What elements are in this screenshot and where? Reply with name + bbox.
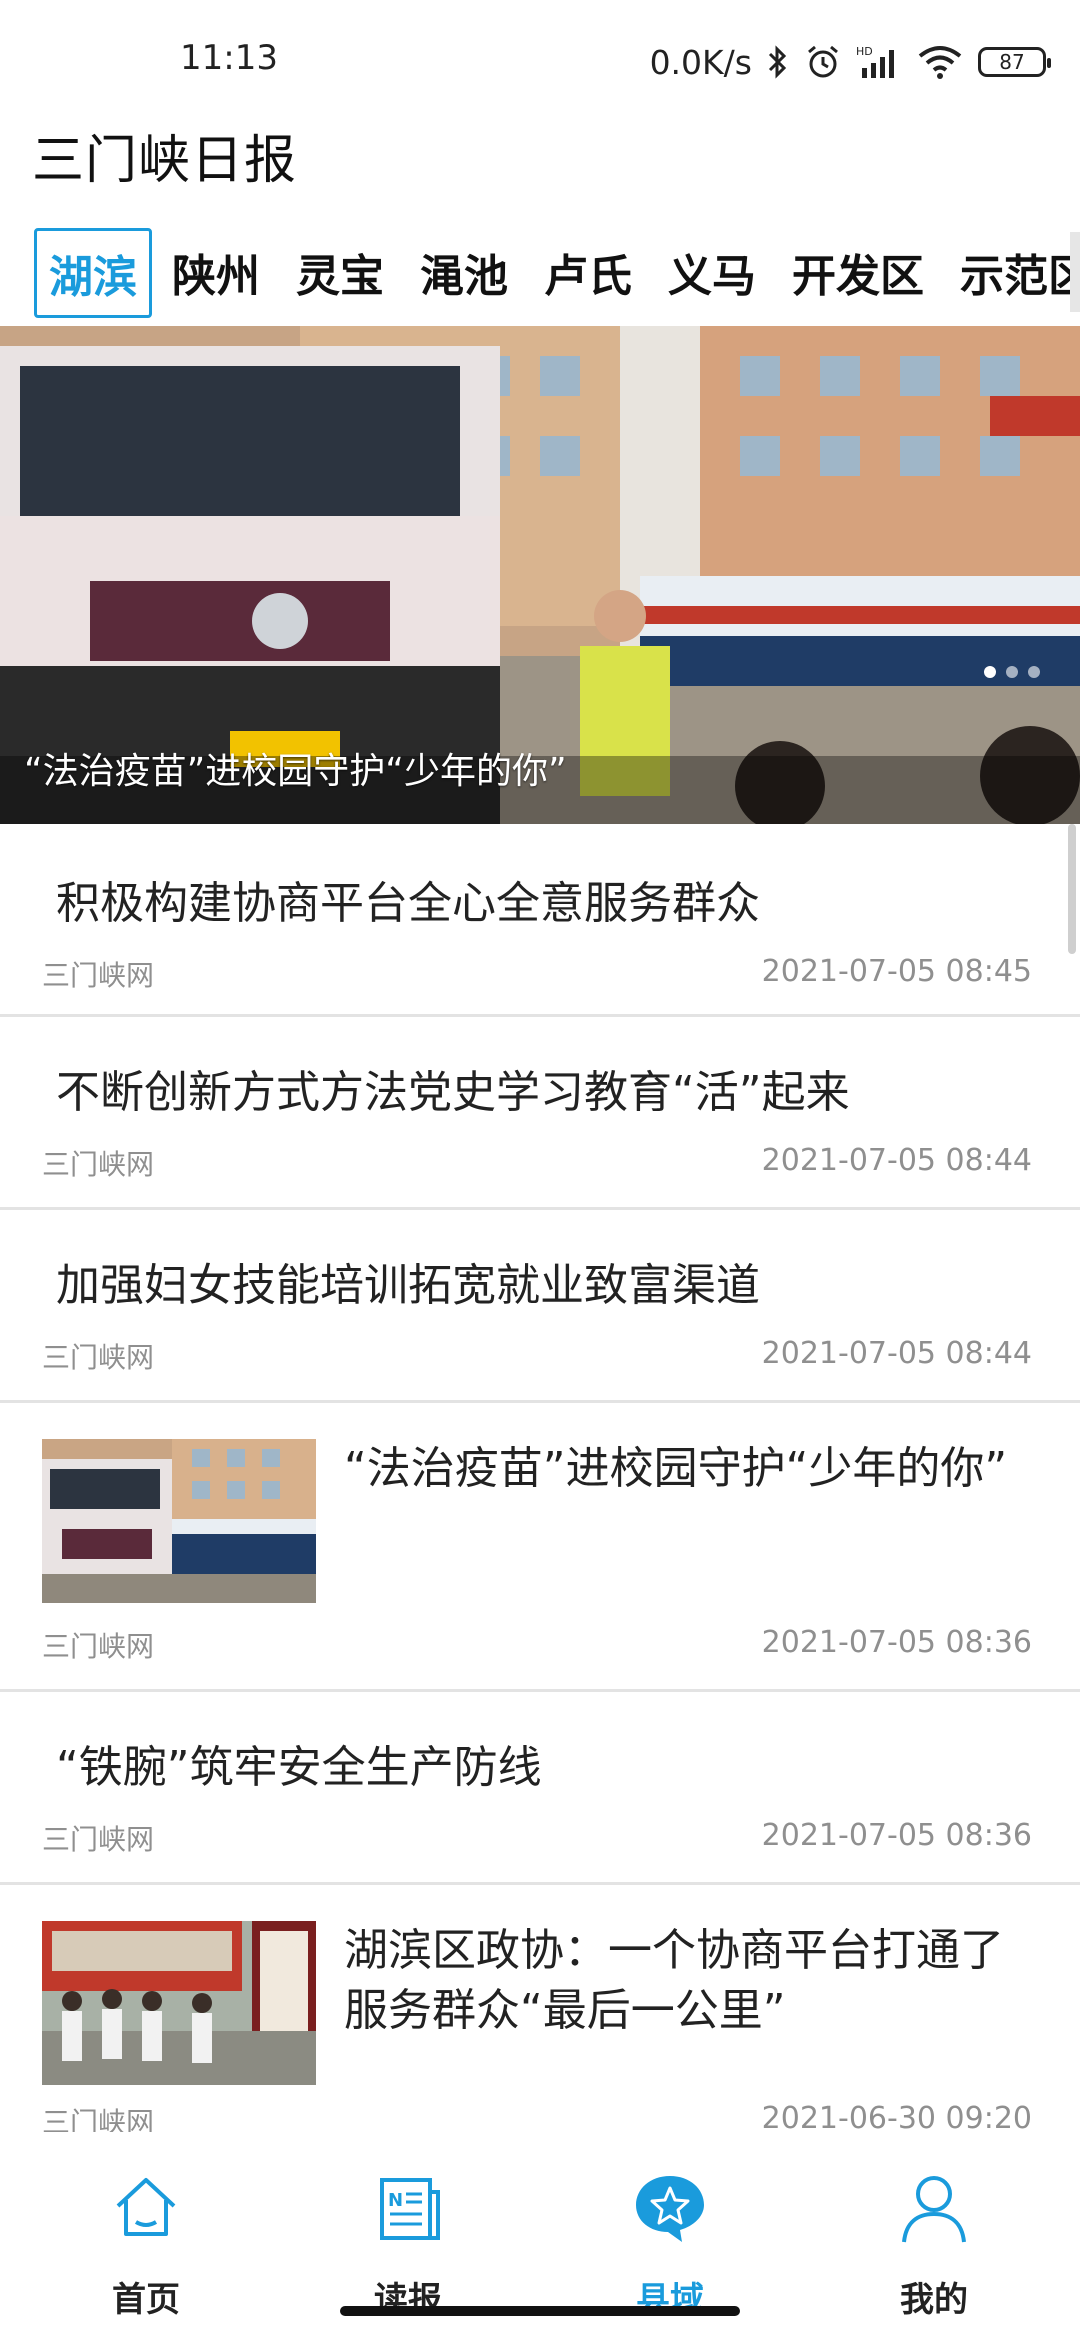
tab-lushi[interactable]: 卢氏 — [544, 240, 632, 304]
news-time: 2021-06-30 09:20 — [761, 2101, 1032, 2136]
battery-level: 87 — [999, 50, 1025, 74]
news-item[interactable]: 加强妇女技能培训拓宽就业致富渠道 三门峡网 2021-07-05 08:44 — [0, 1210, 1080, 1403]
home-icon — [116, 2178, 176, 2236]
news-source: 三门峡网 — [42, 959, 155, 992]
news-item[interactable]: 不断创新方式方法党史学习教育“活”起来 三门峡网 2021-07-05 08:4… — [0, 1017, 1080, 1210]
news-item[interactable]: 积极构建协商平台全心全意服务群众 三门峡网 2021-07-05 08:45 — [0, 824, 1080, 1017]
news-source: 三门峡网 — [42, 1341, 155, 1374]
carousel-dots — [984, 666, 1040, 678]
news-item[interactable]: “法治疫苗”进校园守护“少年的你” 三门峡网 2021-07-05 08:36 — [0, 1403, 1080, 1692]
nav-read[interactable]: N 读报 — [308, 2162, 508, 2320]
news-time: 2021-07-05 08:45 — [761, 954, 1032, 989]
wifi-icon — [916, 44, 964, 80]
person-icon — [902, 2176, 966, 2243]
status-icons: 0.0K/s HD 87 — [649, 36, 1051, 88]
app-title: 三门峡日报 — [32, 131, 298, 191]
carousel-dot[interactable] — [984, 666, 996, 678]
news-title: “法治疫苗”进校园守护“少年的你” — [344, 1443, 1008, 1494]
battery-icon: 87 — [978, 47, 1051, 77]
news-item[interactable]: 湖滨区政协：一个协商平台打通了服务群众“最后一公里” 三门峡网 2021-06-… — [0, 1885, 1080, 2139]
tab-kaifaqu[interactable]: 开发区 — [792, 240, 924, 304]
news-source: 三门峡网 — [42, 1630, 155, 1663]
news-item[interactable]: “铁腕”筑牢安全生产防线 三门峡网 2021-07-05 08:36 — [0, 1692, 1080, 1885]
news-source: 三门峡网 — [42, 1148, 155, 1181]
tab-yima[interactable]: 义马 — [668, 240, 756, 304]
news-time: 2021-07-05 08:36 — [761, 1818, 1032, 1853]
svg-text:N: N — [388, 2190, 403, 2211]
news-time: 2021-07-05 08:44 — [761, 1143, 1032, 1178]
news-title: 加强妇女技能培训拓宽就业致富渠道 — [56, 1260, 760, 1311]
hero-banner[interactable]: “法治疫苗”进校园守护“少年的你” — [0, 326, 1080, 824]
status-bar: 11:13 0.0K/s HD 87 — [0, 0, 1080, 120]
tab-shanzhou[interactable]: 陕州 — [172, 240, 260, 304]
nav-label: 我的 — [900, 2280, 968, 2320]
bluetooth-icon — [766, 44, 790, 80]
nav-county[interactable]: 县域 — [570, 2162, 770, 2320]
home-indicator[interactable] — [340, 2306, 740, 2316]
hd-signal-icon: HD — [856, 44, 902, 80]
news-time: 2021-07-05 08:36 — [761, 1625, 1032, 1660]
newspaper-icon: N — [380, 2178, 440, 2240]
nav-home[interactable]: 首页 — [46, 2162, 246, 2320]
tab-shifanqu[interactable]: 示范区 — [960, 240, 1080, 304]
hero-caption: “法治疫苗”进校园守护“少年的你” — [24, 751, 567, 792]
news-thumbnail — [42, 1439, 316, 1603]
news-time: 2021-07-05 08:44 — [761, 1336, 1032, 1371]
news-thumbnail — [42, 1921, 316, 2085]
news-source: 三门峡网 — [42, 1823, 155, 1856]
tabs-scroll-hint — [1070, 232, 1080, 312]
tab-mianchi[interactable]: 渑池 — [420, 240, 508, 304]
nav-mine[interactable]: 我的 — [834, 2162, 1034, 2320]
network-speed: 0.0K/s — [649, 42, 752, 82]
star-bubble-icon — [636, 2176, 704, 2242]
news-title: 湖滨区政协：一个协商平台打通了服务群众“最后一公里” — [344, 1925, 1004, 2036]
status-time: 11:13 — [180, 38, 278, 78]
news-title: 积极构建协商平台全心全意服务群众 — [56, 878, 760, 929]
nav-label: 首页 — [112, 2280, 180, 2320]
carousel-dot[interactable] — [1006, 666, 1018, 678]
channel-tabs: 湖滨 陕州 灵宝 渑池 卢氏 义马 开发区 示范区 — [0, 212, 1080, 324]
tab-hubin[interactable]: 湖滨 — [34, 228, 152, 318]
alarm-icon — [804, 43, 842, 81]
tab-lingbao[interactable]: 灵宝 — [296, 240, 384, 304]
news-title: 不断创新方式方法党史学习教育“活”起来 — [56, 1067, 850, 1118]
svg-text:HD: HD — [856, 45, 873, 58]
carousel-dot[interactable] — [1028, 666, 1040, 678]
news-title: “铁腕”筑牢安全生产防线 — [56, 1742, 542, 1793]
